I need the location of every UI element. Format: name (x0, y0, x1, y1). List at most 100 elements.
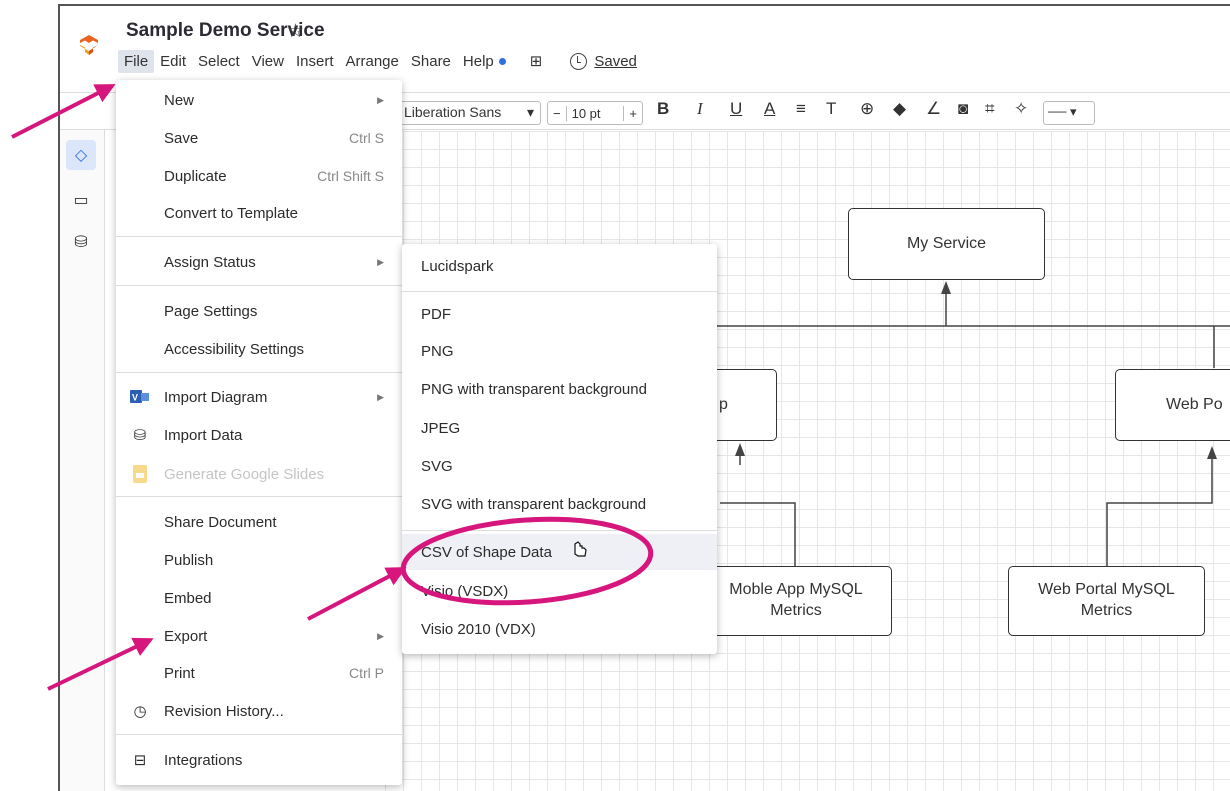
menu-item-label: PNG (421, 342, 454, 360)
menu-item-label: Lucidspark (421, 257, 494, 275)
menu-item-page-settings[interactable]: Page Settings (116, 293, 402, 329)
briefcase-icon: ⊟ (133, 752, 147, 769)
menu-item-label: Embed (164, 589, 212, 607)
menu-share[interactable]: Share (405, 50, 457, 73)
node-web-portal-label: Web Po (1166, 395, 1223, 413)
node-web-portal-mysql-metrics[interactable]: Web Portal MySQL Metrics (1008, 566, 1205, 636)
menu-item-new[interactable]: New ▶ (116, 82, 402, 118)
slides-icon (130, 464, 150, 484)
export-svg[interactable]: SVG (402, 448, 717, 484)
menu-item-revision-history[interactable]: ◷ Revision History... (116, 693, 402, 729)
menu-view[interactable]: View (246, 50, 290, 73)
menu-item-label: Revision History... (164, 702, 284, 720)
italic-button[interactable]: I (697, 99, 703, 119)
menu-item-import-diagram[interactable]: V Import Diagram ▶ (116, 379, 402, 415)
menu-item-publish[interactable]: Publish (116, 542, 402, 578)
binoculars-icon[interactable]: ⊞ (530, 52, 543, 70)
export-pdf[interactable]: PDF (402, 296, 717, 332)
database-icon: ⛁ (133, 427, 147, 444)
magic-wand-icon[interactable]: ✧ (1014, 99, 1028, 119)
font-family-select[interactable]: Liberation Sans ▾ (397, 101, 541, 125)
font-size-stepper[interactable]: − 10 pt + (547, 101, 643, 125)
export-jpeg[interactable]: JPEG (402, 410, 717, 446)
menu-item-label: Duplicate (164, 167, 227, 185)
menu-item-label: PDF (421, 305, 451, 323)
menu-insert[interactable]: Insert (290, 50, 340, 73)
data-icon[interactable]: ⛁ (66, 227, 96, 257)
font-size-increase-button[interactable]: + (624, 106, 642, 121)
menu-item-generate-google-slides: Generate Google Slides (116, 456, 402, 492)
node-mobile-app-label: p (719, 395, 728, 413)
export-visio-vdx[interactable]: Visio 2010 (VDX) (402, 611, 717, 647)
submenu-arrow-icon: ▶ (377, 630, 384, 641)
export-png-transparent[interactable]: PNG with transparent background (402, 371, 717, 407)
file-menu: New ▶ Save Ctrl S Duplicate Ctrl Shift S Co… (116, 80, 402, 785)
node-mobile-mysql-metrics[interactable]: Moble App MySQL Metrics (700, 566, 892, 636)
saved-status-link[interactable]: Saved (594, 53, 637, 70)
export-visio-vsdx[interactable]: Visio (VSDX) (402, 573, 717, 609)
chevron-down-icon: ▾ (526, 104, 534, 120)
font-size-value[interactable]: 10 pt (565, 105, 625, 121)
menu-item-label: PNG with transparent background (421, 380, 647, 398)
line-color-icon[interactable]: ∠ (926, 99, 941, 119)
menu-item-assign-status[interactable]: Assign Status ▶ (116, 244, 402, 280)
app-logo-icon[interactable] (78, 34, 100, 56)
style-icon[interactable]: ⌗ (985, 99, 995, 119)
menu-item-label: Visio 2010 (VDX) (421, 620, 536, 638)
align-icon[interactable]: ≡ (796, 99, 806, 119)
export-png[interactable]: PNG (402, 333, 717, 369)
svg-text:V: V (132, 393, 138, 403)
shapes-icon[interactable]: ◇ (66, 140, 96, 170)
menu-item-label: Print (164, 664, 195, 682)
menu-item-embed[interactable]: Embed (116, 580, 402, 616)
submenu-arrow-icon: ▶ (377, 256, 384, 267)
menu-divider (402, 530, 717, 531)
font-color-button[interactable]: A (764, 99, 775, 119)
menu-item-label: Generate Google Slides (164, 465, 325, 483)
menu-item-save[interactable]: Save Ctrl S (116, 120, 402, 156)
menu-item-label: SVG (421, 457, 453, 475)
menu-item-integrations[interactable]: ⊟ Integrations (116, 742, 402, 778)
menu-item-duplicate[interactable]: Duplicate Ctrl Shift S (116, 158, 402, 194)
menu-divider (402, 291, 717, 292)
text-options-icon[interactable]: T (826, 99, 836, 119)
node-my-service[interactable]: My Service (848, 208, 1045, 280)
menu-arrange[interactable]: Arrange (340, 50, 405, 73)
star-icon[interactable]: ☆ (287, 20, 304, 43)
menu-item-print[interactable]: Print Ctrl P (116, 655, 402, 691)
menu-item-import-data[interactable]: ⛁ Import Data (116, 417, 402, 453)
menu-item-label: SVG with transparent background (421, 495, 647, 513)
font-size-decrease-button[interactable]: − (548, 106, 566, 121)
templates-icon[interactable]: ▭ (66, 185, 96, 215)
opacity-icon[interactable]: ◙ (958, 99, 968, 119)
menu-item-label: Visio (VSDX) (421, 582, 509, 600)
position-icon[interactable]: ⊕ (860, 99, 874, 119)
bold-button[interactable]: B (657, 99, 669, 119)
menu-help-label: Help (462, 52, 494, 70)
fill-color-icon[interactable]: ◆ (893, 99, 906, 119)
menu-edit[interactable]: Edit (154, 50, 192, 73)
underline-button[interactable]: U (730, 99, 742, 119)
visio-icon: V (130, 387, 150, 407)
menu-item-label: Share Document (164, 513, 277, 531)
menu-item-share-document[interactable]: Share Document (116, 504, 402, 540)
menu-file[interactable]: File (118, 49, 155, 73)
menu-select[interactable]: Select (192, 50, 246, 73)
shortcut-label: Ctrl S (349, 130, 384, 146)
export-csv-shape-data[interactable]: CSV of Shape Data (402, 534, 717, 570)
export-lucidspark[interactable]: Lucidspark (402, 248, 717, 284)
line-style-select[interactable]: ── ▾ (1043, 101, 1095, 125)
node-web-portal[interactable]: Web Po (1115, 369, 1230, 441)
menu-item-label: JPEG (421, 419, 461, 437)
menu-item-accessibility-settings[interactable]: Accessibility Settings (116, 331, 402, 367)
shortcut-label: Ctrl P (349, 665, 384, 681)
menu-item-convert-to-template[interactable]: Convert to Template (116, 195, 402, 231)
menu-bar: File Edit Select View Insert Arrange Sha… (118, 48, 637, 74)
menu-item-export[interactable]: Export ▶ (116, 618, 402, 654)
export-svg-transparent[interactable]: SVG with transparent background (402, 486, 717, 522)
menu-item-label: Import Data (164, 426, 243, 444)
menu-divider (116, 496, 402, 497)
submenu-arrow-icon: ▶ (377, 94, 384, 105)
menu-item-label: Publish (164, 551, 214, 569)
menu-help[interactable]: Help (457, 50, 512, 73)
